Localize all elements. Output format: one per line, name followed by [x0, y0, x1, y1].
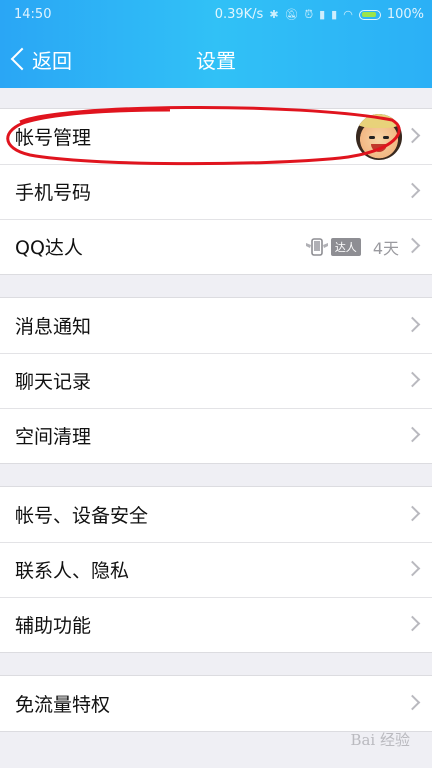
row-account-management[interactable]: 帐号管理 — [0, 109, 432, 164]
settings-group-security: 帐号、设备安全 联系人、隐私 辅助功能 — [0, 486, 432, 653]
chevron-right-icon — [404, 694, 421, 711]
row-label: 空间清理 — [15, 426, 92, 448]
row-extra — [356, 109, 402, 164]
winged-phone-icon — [305, 237, 328, 256]
chevron-right-icon — [404, 316, 421, 333]
battery-percent: 100% — [386, 7, 424, 22]
chevron-right-icon — [404, 182, 421, 199]
daren-days: 4天 — [372, 238, 399, 258]
row-label: 免流量特权 — [15, 694, 111, 716]
net-speed: 0.39K/s — [214, 7, 264, 22]
row-storage-cleanup[interactable]: 空间清理 — [0, 408, 432, 463]
row-label: 聊天记录 — [15, 371, 92, 393]
app-header: 14:50 0.39K/s ✱ 🔕︎ ⏰︎ ▮ ▮ ◠ 100% 返回 设置 — [0, 0, 432, 88]
status-bar: 14:50 0.39K/s ✱ 🔕︎ ⏰︎ ▮ ▮ ◠ 100% — [0, 0, 432, 30]
row-device-security[interactable]: 帐号、设备安全 — [0, 487, 432, 542]
chevron-right-icon — [404, 505, 421, 522]
alarm-icon: ⏰︎ — [304, 7, 314, 21]
status-time: 14:50 — [14, 7, 52, 22]
bluetooth-icon: ✱ — [269, 8, 279, 21]
chevron-right-icon — [404, 127, 421, 144]
settings-group-messages: 消息通知 聊天记录 空间清理 — [0, 297, 432, 464]
row-accessibility[interactable]: 辅助功能 — [0, 597, 432, 652]
wifi-icon: ◠ — [343, 8, 353, 21]
chevron-right-icon — [404, 615, 421, 632]
row-label: QQ达人 — [15, 237, 83, 259]
nav-bar: 返回 设置 — [0, 30, 432, 88]
status-icons: 0.39K/s ✱ 🔕︎ ⏰︎ ▮ ▮ ◠ 100% — [215, 7, 424, 22]
battery-icon — [358, 9, 381, 20]
daren-label: 达人 — [330, 237, 361, 256]
row-label: 消息通知 — [15, 316, 92, 338]
watermark: Bai 经验 — [350, 731, 410, 749]
row-label: 联系人、隐私 — [15, 560, 130, 582]
row-qq-daren[interactable]: QQ达人 达人 4天 — [0, 219, 432, 274]
settings-group-data: 免流量特权 — [0, 675, 432, 732]
row-contacts-privacy[interactable]: 联系人、隐私 — [0, 542, 432, 597]
chevron-right-icon — [404, 237, 421, 254]
row-message-notification[interactable]: 消息通知 — [0, 298, 432, 353]
row-label: 帐号、设备安全 — [15, 505, 149, 527]
chevron-right-icon — [404, 426, 421, 443]
row-label: 手机号码 — [15, 182, 92, 204]
row-label: 帐号管理 — [15, 127, 92, 149]
page-title: 设置 — [196, 49, 236, 73]
daren-badge: 达人 — [305, 237, 361, 257]
row-label: 辅助功能 — [15, 615, 92, 637]
mute-icon: 🔕︎ — [284, 8, 299, 21]
signal-icon: ▮ — [319, 8, 326, 21]
avatar — [356, 113, 402, 160]
row-phone-number[interactable]: 手机号码 — [0, 164, 432, 219]
signal-2-icon: ▮ — [331, 8, 338, 21]
row-extra: 达人 4天 — [305, 219, 399, 274]
settings-group-account: 帐号管理 手机号码 QQ达人 达人 4天 — [0, 108, 432, 275]
row-chat-history[interactable]: 聊天记录 — [0, 353, 432, 408]
chevron-right-icon — [404, 560, 421, 577]
row-free-data-privilege[interactable]: 免流量特权 — [0, 676, 432, 731]
chevron-right-icon — [404, 371, 421, 388]
